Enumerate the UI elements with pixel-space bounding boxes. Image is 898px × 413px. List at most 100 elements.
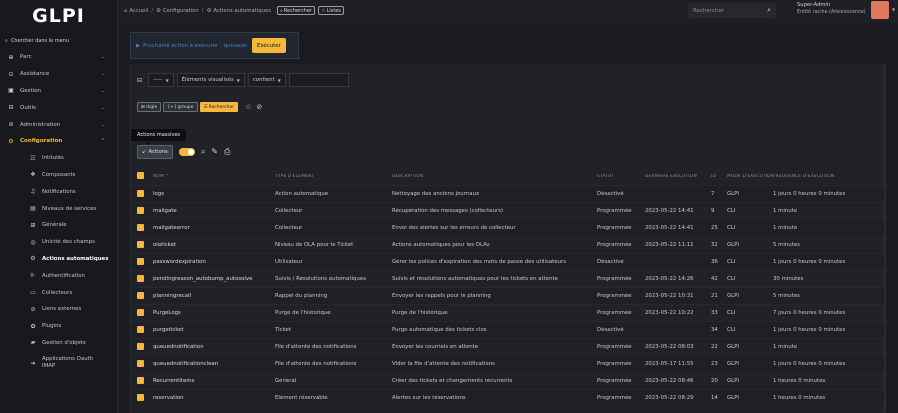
cell-name[interactable]: queuednotificationclean xyxy=(151,361,275,367)
global-search-input[interactable]: Rechercher ⌕ xyxy=(688,3,776,18)
sidebar-subitem-0[interactable]: ☷ Intitulés xyxy=(0,150,117,167)
execute-button[interactable]: Exécuter xyxy=(252,38,286,53)
row-checkbox[interactable] xyxy=(137,376,144,384)
cell-name[interactable]: mailgateerror xyxy=(151,225,275,231)
row-checkbox[interactable] xyxy=(137,393,144,401)
sidebar-subitem-4[interactable]: ⊞ Générale xyxy=(0,217,117,234)
table-row[interactable]: RecurrentItems Général Créer des tickets e… xyxy=(131,372,884,389)
table-row[interactable]: pendingreason_autobump_autosolve Suivis /… xyxy=(131,270,884,287)
table-row[interactable]: olaticket Niveau de OLA pour le Ticket Act… xyxy=(131,236,884,253)
sidebar-item-parc[interactable]: ⊕ Parc ⌄ xyxy=(0,49,117,66)
header-last-run[interactable]: Dernière exécution xyxy=(645,174,711,179)
row-checkbox[interactable] xyxy=(137,240,144,248)
sidebar-subitem-5[interactable]: ◎ Unicité des champs xyxy=(0,234,117,251)
header-type[interactable]: Type d'élément xyxy=(275,174,392,179)
sidebar-subitem-7[interactable]: ⊩ Authentification xyxy=(0,267,117,284)
add-rule-button[interactable]: ⊞ règle xyxy=(137,102,162,112)
sidebar-subitem-10[interactable]: ✿ Plugins xyxy=(0,318,117,335)
sidebar-subitem-3[interactable]: ▤ Niveaux de services xyxy=(0,200,117,217)
table-row[interactable]: reservation Élément réservable Alertes sur… xyxy=(131,389,884,406)
sidebar-subitem-8[interactable]: ▭ Collecteurs xyxy=(0,284,117,301)
chevron-down-icon[interactable]: ▼ xyxy=(892,7,895,12)
table-row[interactable]: purgeticket Ticket Purge automatique des t… xyxy=(131,321,884,338)
cell-name[interactable]: olaticket xyxy=(151,242,275,248)
menu-search[interactable]: ⌕ Chercher dans le menu xyxy=(0,32,117,49)
gear-icon: ⚙ xyxy=(156,7,161,14)
table-row[interactable]: passwordexpiration Utilisateur Gérer les p… xyxy=(131,253,884,270)
row-checkbox[interactable] xyxy=(137,359,144,367)
cell-name[interactable]: queuednotification xyxy=(151,344,275,350)
sidebar-subitem-6[interactable]: ⚙ Actions automatiques xyxy=(0,251,117,268)
search-icon[interactable]: ⌕ xyxy=(201,147,205,157)
crumb-crontask[interactable]: Actions automatiques xyxy=(213,8,271,14)
cell-status: Programmée xyxy=(597,310,632,316)
chevron-down-icon: ⌄ xyxy=(100,71,105,78)
table-row[interactable]: logs Action automatique Nettoyage des anci… xyxy=(131,185,884,202)
cell-name[interactable]: RecurrentItems xyxy=(151,378,275,384)
table-row[interactable]: PurgeLogs Purge de l'historique Purge de l… xyxy=(131,304,884,321)
cell-name[interactable]: mailgate xyxy=(151,208,275,214)
sidebar-subitem-11[interactable]: ▰ Gestion d'objets xyxy=(0,335,117,352)
sidebar-item-gestion[interactable]: ▣ Gestion ⌄ xyxy=(0,83,117,100)
export-icon[interactable]: ⎙ xyxy=(224,147,230,157)
cell-name[interactable]: passwordexpiration xyxy=(151,259,275,265)
crumb-configuration[interactable]: Configuration xyxy=(163,8,199,14)
crumb-home[interactable]: Accueil xyxy=(129,8,148,14)
row-checkbox[interactable] xyxy=(137,308,144,316)
table-row[interactable]: mailgate Collecteur Récupération des messa… xyxy=(131,202,884,219)
add-group-button[interactable]: {+} groupe xyxy=(163,102,198,112)
criteria-operator-select[interactable]: contient ▼ xyxy=(247,73,286,87)
header-description[interactable]: Description xyxy=(392,174,597,179)
cell-name[interactable]: logs xyxy=(151,191,275,197)
cell-name[interactable]: planningrecall xyxy=(151,293,275,299)
criteria-field-select[interactable]: Éléments visualisés ▼ xyxy=(176,73,245,87)
header-mode[interactable]: Mode d'exécution xyxy=(727,174,773,179)
table-row[interactable]: mailgateerror Collecteur Envoi des alertes… xyxy=(131,219,884,236)
sidebar-subitem-1[interactable]: ❖ Composants xyxy=(0,167,117,184)
sidebar-subitem-2[interactable]: ♫ Notifications xyxy=(0,183,117,200)
sidebar-item-configuration[interactable]: ⚙ Configuration ⌃ xyxy=(0,133,117,150)
search-toggle-button[interactable]: ⌕ Rechercher xyxy=(276,6,316,15)
sidebar-subitem-9[interactable]: ⊘ Liens externes xyxy=(0,301,117,318)
sidebar-subitem-12[interactable]: ➜ Applications Oauth IMAP xyxy=(0,351,117,375)
massive-actions-button[interactable]: ↙ Actions xyxy=(137,144,173,159)
cell-name[interactable]: purgeticket xyxy=(151,327,275,333)
row-checkbox[interactable] xyxy=(137,274,144,282)
header-id[interactable]: ID xyxy=(711,174,727,179)
row-checkbox[interactable] xyxy=(137,189,144,197)
table-row[interactable]: queuednotificationclean File d'attente de… xyxy=(131,355,884,372)
save-search-star-icon[interactable]: ☆ xyxy=(245,103,251,111)
filter-toggle-icon[interactable]: ⊟ xyxy=(137,77,142,84)
cell-status: Programmée xyxy=(597,378,632,384)
header-status[interactable]: Statut xyxy=(597,174,645,179)
row-checkbox[interactable] xyxy=(137,291,144,299)
row-checkbox[interactable] xyxy=(137,325,144,333)
cell-name[interactable]: reservation xyxy=(151,395,275,401)
reset-search-icon[interactable]: ⊘ xyxy=(256,103,262,111)
glpi-logo[interactable]: GLPI xyxy=(0,0,117,32)
sort-toggle[interactable] xyxy=(178,147,195,156)
table-row[interactable]: queuednotification File d'attente des not… xyxy=(131,338,884,355)
sidebar-item-administration[interactable]: ⊘ Administration ⌄ xyxy=(0,116,117,133)
select-all-checkbox[interactable] xyxy=(137,172,144,179)
header-name[interactable]: Nom ^ xyxy=(151,174,275,179)
row-checkbox[interactable] xyxy=(137,257,144,265)
sidebar-item-outils[interactable]: ⊟ Outils ⌄ xyxy=(0,99,117,116)
row-checkbox[interactable] xyxy=(137,206,144,214)
search-submit-button[interactable]: ☰ Rechercher xyxy=(199,102,239,112)
cell-name[interactable]: pendingreason_autobump_autosolve xyxy=(151,276,275,282)
header-frequency[interactable]: Fréquence d'exécution xyxy=(773,174,881,179)
criteria-link-select[interactable]: ----- ▼ xyxy=(148,73,174,87)
table-row[interactable]: planningrecall Rappel du planning Envoyer … xyxy=(131,287,884,304)
criteria-value-input[interactable] xyxy=(288,73,349,87)
lists-button[interactable]: ☆ Listes xyxy=(318,6,345,15)
gestion-icon: ▣ xyxy=(8,87,14,95)
sidebar-item-assistance[interactable]: ⊙ Assistance ⌄ xyxy=(0,66,117,83)
magnifier-icon[interactable]: ⌕ xyxy=(767,6,771,15)
row-checkbox[interactable] xyxy=(137,223,144,231)
user-menu[interactable]: Super-Admin Entité racine (Arborescence) xyxy=(797,2,866,16)
wrench-icon[interactable]: ✎ xyxy=(211,147,218,156)
avatar[interactable] xyxy=(871,1,889,19)
row-checkbox[interactable] xyxy=(137,342,144,350)
cell-name[interactable]: PurgeLogs xyxy=(151,310,275,316)
